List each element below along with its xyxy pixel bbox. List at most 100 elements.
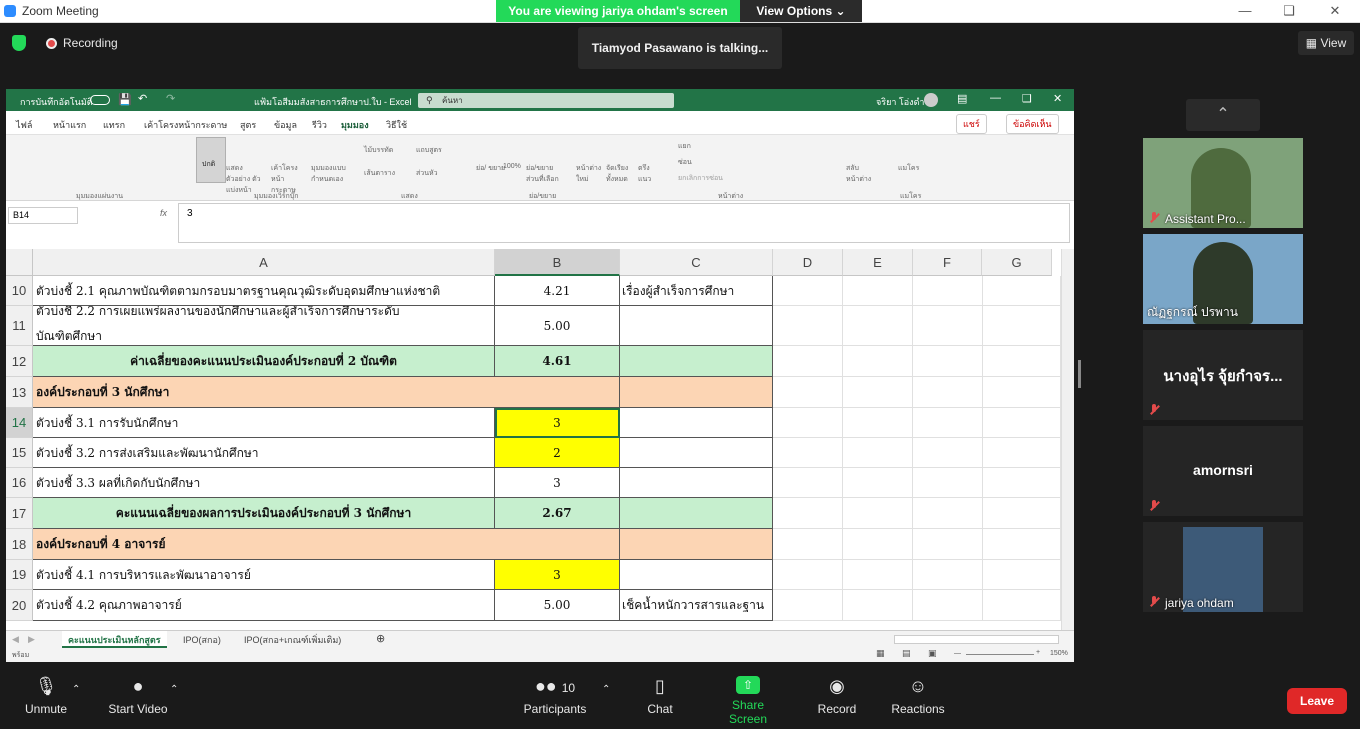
tab-page-layout[interactable]: เค้าโครงหน้ากระดาษ xyxy=(144,118,227,132)
row-header[interactable]: 15 xyxy=(6,438,33,468)
cell-c[interactable] xyxy=(620,306,773,346)
cell-a[interactable]: ตัวบ่งชี้ 4.1 การบริหารและพัฒนาอาจารย์ xyxy=(33,560,495,590)
cell-empty[interactable] xyxy=(982,590,1061,621)
normal-view-icon[interactable]: ▦ xyxy=(876,648,885,659)
cell-a[interactable]: ตัวบ่งชี้ 2.2 การเผยแพร่ผลงานของนักศึกษา… xyxy=(33,306,495,346)
excel-restore-icon[interactable]: ❑ xyxy=(1022,92,1032,105)
next-sheet-icon[interactable]: ▶ xyxy=(28,634,35,645)
zoom-button[interactable]: ย่อ/ ขยาย xyxy=(476,163,505,174)
formula-bar-checkbox[interactable]: แถบสูตร xyxy=(416,145,442,156)
row-header[interactable]: 14 xyxy=(6,408,33,438)
cell-empty[interactable] xyxy=(843,468,913,498)
excel-search-input[interactable]: ⚲ ค้นหา xyxy=(418,93,674,108)
cell-b[interactable]: 2 xyxy=(495,438,620,468)
participant-tile-1[interactable]: Assistant Pro... xyxy=(1143,138,1303,228)
gallery-resize-handle[interactable] xyxy=(1078,360,1081,388)
cell-empty[interactable] xyxy=(843,590,913,621)
add-sheet-icon[interactable]: ⊕ xyxy=(376,632,385,645)
user-avatar[interactable] xyxy=(924,93,938,107)
sheet-tab-ipo-extra[interactable]: IPO(สกอ+เกณฑ์เพิ่มเติม) xyxy=(244,633,341,647)
tab-data[interactable]: ข้อมูล xyxy=(274,118,297,132)
undo-icon[interactable]: ↶ xyxy=(138,92,147,105)
sheet-tab-ipo[interactable]: IPO(สกอ) xyxy=(183,633,221,647)
cell-empty[interactable] xyxy=(982,346,1061,377)
cell-empty[interactable] xyxy=(913,377,983,408)
zoom-slider[interactable] xyxy=(966,654,1034,655)
ribbon-display-icon[interactable]: ▤ xyxy=(957,92,967,105)
share-screen-button[interactable]: ⇧ Share Screen xyxy=(712,676,784,726)
cell-c[interactable] xyxy=(620,468,773,498)
gridlines-checkbox[interactable]: เส้นตาราง xyxy=(364,168,395,179)
cell-empty[interactable] xyxy=(982,408,1061,438)
freeze-panes-button[interactable]: ตรึง แนว xyxy=(638,163,662,185)
participant-tile-4[interactable]: amornsri xyxy=(1143,426,1303,516)
unmute-button[interactable]: 🎙 Unmute xyxy=(20,676,72,716)
cell-c[interactable] xyxy=(620,498,773,529)
cell-b[interactable]: 3 xyxy=(495,408,620,438)
cell-empty[interactable] xyxy=(843,276,913,306)
column-header-a[interactable]: A xyxy=(33,249,495,276)
prev-sheet-icon[interactable]: ◀ xyxy=(12,634,19,645)
save-icon[interactable]: 💾 xyxy=(118,93,132,106)
cell-c[interactable]: เรื่องผู้สำเร็จการศึกษา xyxy=(620,276,773,306)
cell-empty[interactable] xyxy=(982,306,1061,346)
cell-empty[interactable] xyxy=(913,438,983,468)
cell-b[interactable]: 4.21 xyxy=(495,276,620,306)
tab-file[interactable]: ไฟล์ xyxy=(16,118,32,132)
cell-empty[interactable] xyxy=(843,498,913,529)
minimize-icon[interactable]: — xyxy=(1235,3,1255,18)
column-header-e[interactable]: E xyxy=(843,249,913,276)
cell-empty[interactable] xyxy=(773,498,843,529)
cell-empty[interactable] xyxy=(913,529,983,560)
cell-empty[interactable] xyxy=(982,276,1061,306)
cell-a[interactable]: องค์ประกอบที่ 4 อาจารย์ xyxy=(33,529,620,560)
cell-c[interactable] xyxy=(620,438,773,468)
cell-a[interactable]: ค่าเฉลี่ยของคะแนนประเมินองค์ประกอบที่ 2 … xyxy=(33,346,495,377)
cell-b[interactable]: 3 xyxy=(495,560,620,590)
cell-b[interactable]: 2.67 xyxy=(495,498,620,529)
sheet-tab-active[interactable]: คะแนนประเมินหลักสูตร xyxy=(62,631,167,648)
row-header[interactable]: 19 xyxy=(6,560,33,590)
horizontal-scrollbar[interactable] xyxy=(894,635,1059,644)
cell-a[interactable]: ตัวบ่งชี้ 2.1 คุณภาพบัณฑิตตามกรอบมาตรฐาน… xyxy=(33,276,495,306)
cell-empty[interactable] xyxy=(843,560,913,590)
column-header-f[interactable]: F xyxy=(913,249,982,276)
cell-c[interactable] xyxy=(620,560,773,590)
cell-a[interactable]: ตัวบ่งชี้ 3.1 การรับนักศึกษา xyxy=(33,408,495,438)
cell-empty[interactable] xyxy=(843,306,913,346)
zoom-selection-button[interactable]: ย่อ/ขยาย ส่วนที่เลือก xyxy=(526,163,564,185)
tab-review[interactable]: รีวิว xyxy=(312,118,327,132)
record-button[interactable]: ◉ Record xyxy=(815,676,859,716)
cell-empty[interactable] xyxy=(773,276,843,306)
excel-minimize-icon[interactable]: — xyxy=(990,92,1001,104)
cell-empty[interactable] xyxy=(773,408,843,438)
excel-close-icon[interactable]: ✕ xyxy=(1053,92,1062,105)
ruler-checkbox[interactable]: ไม้บรรทัด xyxy=(364,145,393,156)
cell-c[interactable]: เช็คน้ำหนักวารสารและฐาน xyxy=(620,590,773,621)
cell-empty[interactable] xyxy=(773,438,843,468)
leave-button[interactable]: Leave xyxy=(1287,688,1347,714)
cell-empty[interactable] xyxy=(982,468,1061,498)
cell-c[interactable] xyxy=(620,377,773,408)
cell-empty[interactable] xyxy=(913,408,983,438)
cell-empty[interactable] xyxy=(773,560,843,590)
row-header[interactable]: 12 xyxy=(6,346,33,377)
participant-tile-2[interactable]: ณัฏฐกรณ์ ปรพาน xyxy=(1143,234,1303,324)
cell-b[interactable]: 3 xyxy=(495,468,620,498)
cell-empty[interactable] xyxy=(773,306,843,346)
unhide-button[interactable]: ยกเลิกการซ่อน xyxy=(678,173,723,184)
redo-icon[interactable]: ↷ xyxy=(166,92,175,105)
cell-empty[interactable] xyxy=(913,306,983,346)
chat-button[interactable]: ▯ Chat xyxy=(640,676,680,716)
row-header[interactable]: 17 xyxy=(6,498,33,529)
switch-windows-button[interactable]: สลับ หน้าต่าง xyxy=(846,163,880,185)
cell-empty[interactable] xyxy=(843,408,913,438)
cell-empty[interactable] xyxy=(843,529,913,560)
column-header-g[interactable]: G xyxy=(982,249,1052,276)
cell-empty[interactable] xyxy=(913,560,983,590)
vertical-scrollbar[interactable] xyxy=(1061,249,1074,630)
cell-a[interactable]: คะแนนเฉลี่ยของผลการประเมินองค์ประกอบที่ … xyxy=(33,498,495,529)
participants-button[interactable]: ●● 10 Participants xyxy=(522,676,588,716)
tab-insert[interactable]: แทรก xyxy=(103,118,125,132)
cell-empty[interactable] xyxy=(843,438,913,468)
